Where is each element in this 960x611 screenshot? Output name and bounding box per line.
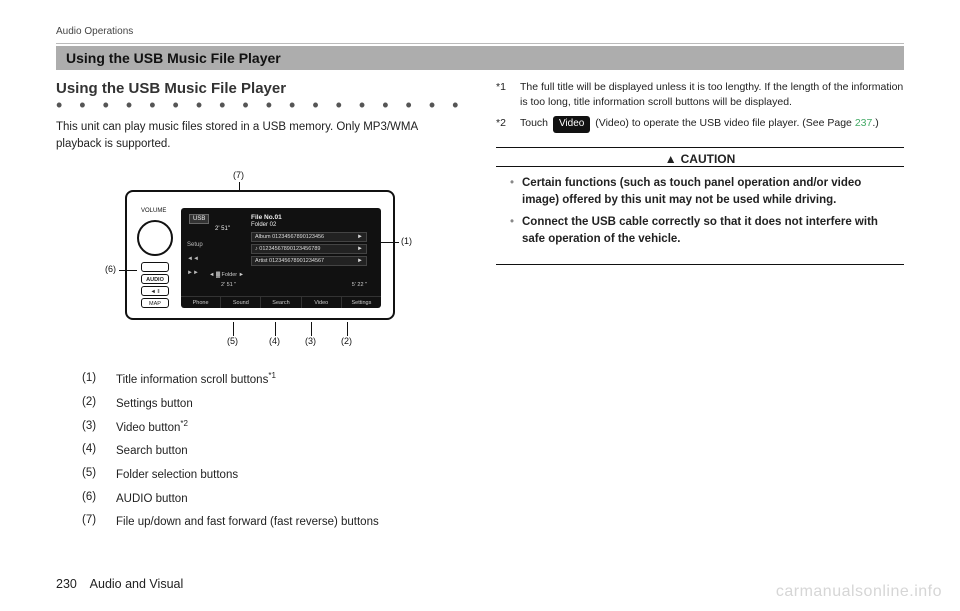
running-head: Audio Operations — [56, 26, 904, 37]
legend-text: Search button — [116, 439, 188, 463]
footnote-1: *1 The full title will be displayed unle… — [496, 80, 904, 110]
tab-settings: Settings — [342, 297, 381, 308]
left-column: Using the USB Music File Player • • • • … — [56, 80, 464, 534]
right-column: *1 The full title will be displayed unle… — [496, 80, 904, 534]
legend-row: (3) Video button*2 — [82, 416, 464, 440]
legend-text: AUDIO button — [116, 487, 188, 511]
callout-line — [275, 322, 276, 336]
footnote-id: *2 — [496, 116, 514, 133]
page-footer: 230 Audio and Visual — [56, 577, 183, 591]
warning-icon: ▲ — [665, 152, 677, 166]
callout-line — [377, 242, 399, 243]
legend-num: (3) — [82, 416, 106, 440]
legend-row: (5) Folder selection buttons — [82, 463, 464, 487]
video-touch-button: Video — [553, 116, 590, 133]
footnote-text: Touch Video (Video) to operate the USB v… — [520, 116, 879, 133]
info-row-track: ♪ 01234567890123456789 ► — [251, 244, 367, 254]
time-total: 5' 22 " — [352, 282, 367, 290]
map-hard-button: MAP — [141, 298, 169, 308]
callout-line — [311, 322, 312, 336]
device-diagram: VOLUME AUDIO ◄ ‖ MAP USB 2' 51" File No.… — [105, 164, 415, 354]
dotted-rule: • • • • • • • • • • • • • • • • • • • • … — [56, 101, 464, 109]
callout-line — [347, 322, 348, 336]
caution-title: ▲CAUTION — [496, 147, 904, 166]
legend-num: (2) — [82, 392, 106, 416]
hard-button-1 — [141, 262, 169, 272]
footnote-text: The full title will be displayed unless … — [520, 80, 904, 110]
legend-num: (4) — [82, 439, 106, 463]
callout-2: (2) — [341, 336, 352, 346]
scroll-arrow-icon: ► — [357, 234, 363, 240]
track-text: ♪ 01234567890123456789 — [255, 246, 320, 252]
intro-text: This unit can play music files stored in… — [56, 119, 464, 152]
time-current: 2' 51 " — [221, 282, 236, 290]
legend-text: Settings button — [116, 392, 193, 416]
folder-selector: ◄ ▓ Folder ► — [209, 270, 367, 280]
volume-knob-label: VOLUME — [141, 208, 166, 214]
elapsed-time: 2' 51" — [215, 226, 230, 232]
legend-text: File up/down and fast forward (fast reve… — [116, 510, 379, 534]
callout-1: (1) — [401, 236, 412, 246]
setup-icon: Setup — [187, 242, 239, 248]
tab-phone: Phone — [181, 297, 221, 308]
caution-item: Connect the USB cable correctly so that … — [508, 214, 892, 247]
legend-row: (4) Search button — [82, 439, 464, 463]
info-row-artist: Artist 012345678901234567 ► — [251, 256, 367, 266]
callout-7: (7) — [233, 170, 244, 180]
legend-row: (1) Title information scroll buttons*1 — [82, 368, 464, 392]
callout-line — [233, 322, 234, 336]
screen-file-line: File No.01 — [251, 214, 282, 221]
legend-text: Folder selection buttons — [116, 463, 238, 487]
callout-legend: (1) Title information scroll buttons*1 (2… — [56, 368, 464, 534]
legend-row: (2) Settings button — [82, 392, 464, 416]
time-bar: 2' 51 " 5' 22 " — [221, 282, 367, 290]
legend-num: (5) — [82, 463, 106, 487]
screen-folder-line: Folder 02 — [251, 222, 276, 228]
album-text: Album 01234567890123456 — [255, 234, 324, 240]
legend-row: (7) File up/down and fast forward (fast r… — [82, 510, 464, 534]
caution-block: ▲CAUTION Certain functions (such as touc… — [496, 147, 904, 265]
page-reference: 237 — [855, 117, 873, 129]
caution-item: Certain functions (such as touch panel o… — [508, 175, 892, 208]
volume-knob — [137, 220, 173, 256]
page-section: Audio and Visual — [90, 577, 184, 591]
info-row-album: Album 01234567890123456 ► — [251, 232, 367, 242]
page-number: 230 — [56, 577, 77, 591]
callout-6: (6) — [105, 264, 116, 274]
footnote-2: *2 Touch Video (Video) to operate the US… — [496, 116, 904, 133]
tab-sound: Sound — [221, 297, 261, 308]
tab-video: Video — [302, 297, 342, 308]
scroll-arrow-icon: ► — [357, 246, 363, 252]
touch-screen: USB 2' 51" File No.01 Folder 02 Setup ◄◄… — [181, 208, 381, 308]
artist-text: Artist 012345678901234567 — [255, 258, 324, 264]
media-hard-button: ◄ ‖ — [141, 286, 169, 296]
section-heading-bar: Using the USB Music File Player — [56, 46, 904, 70]
callout-5: (5) — [227, 336, 238, 346]
caution-box: Certain functions (such as touch panel o… — [496, 166, 904, 265]
subsection-heading: Using the USB Music File Player — [56, 80, 464, 97]
legend-num: (7) — [82, 510, 106, 534]
legend-num: (1) — [82, 368, 106, 392]
audio-hard-button: AUDIO — [141, 274, 169, 284]
header-rule — [56, 43, 904, 44]
screen-bottom-tabs: Phone Sound Search Video Settings — [181, 296, 381, 308]
usb-badge: USB — [189, 214, 209, 224]
legend-num: (6) — [82, 487, 106, 511]
callout-line — [239, 182, 240, 192]
callout-4: (4) — [269, 336, 280, 346]
legend-text: Video button*2 — [116, 416, 188, 440]
device-body: VOLUME AUDIO ◄ ‖ MAP USB 2' 51" File No.… — [125, 190, 395, 320]
left-icon-2: ◄◄ — [187, 256, 239, 262]
callout-3: (3) — [305, 336, 316, 346]
scroll-arrow-icon: ► — [357, 258, 363, 264]
legend-text: Title information scroll buttons*1 — [116, 368, 276, 392]
tab-search: Search — [261, 297, 301, 308]
watermark: carmanualsonline.info — [776, 583, 942, 601]
callout-line — [119, 270, 137, 271]
legend-row: (6) AUDIO button — [82, 487, 464, 511]
footnote-id: *1 — [496, 80, 514, 110]
